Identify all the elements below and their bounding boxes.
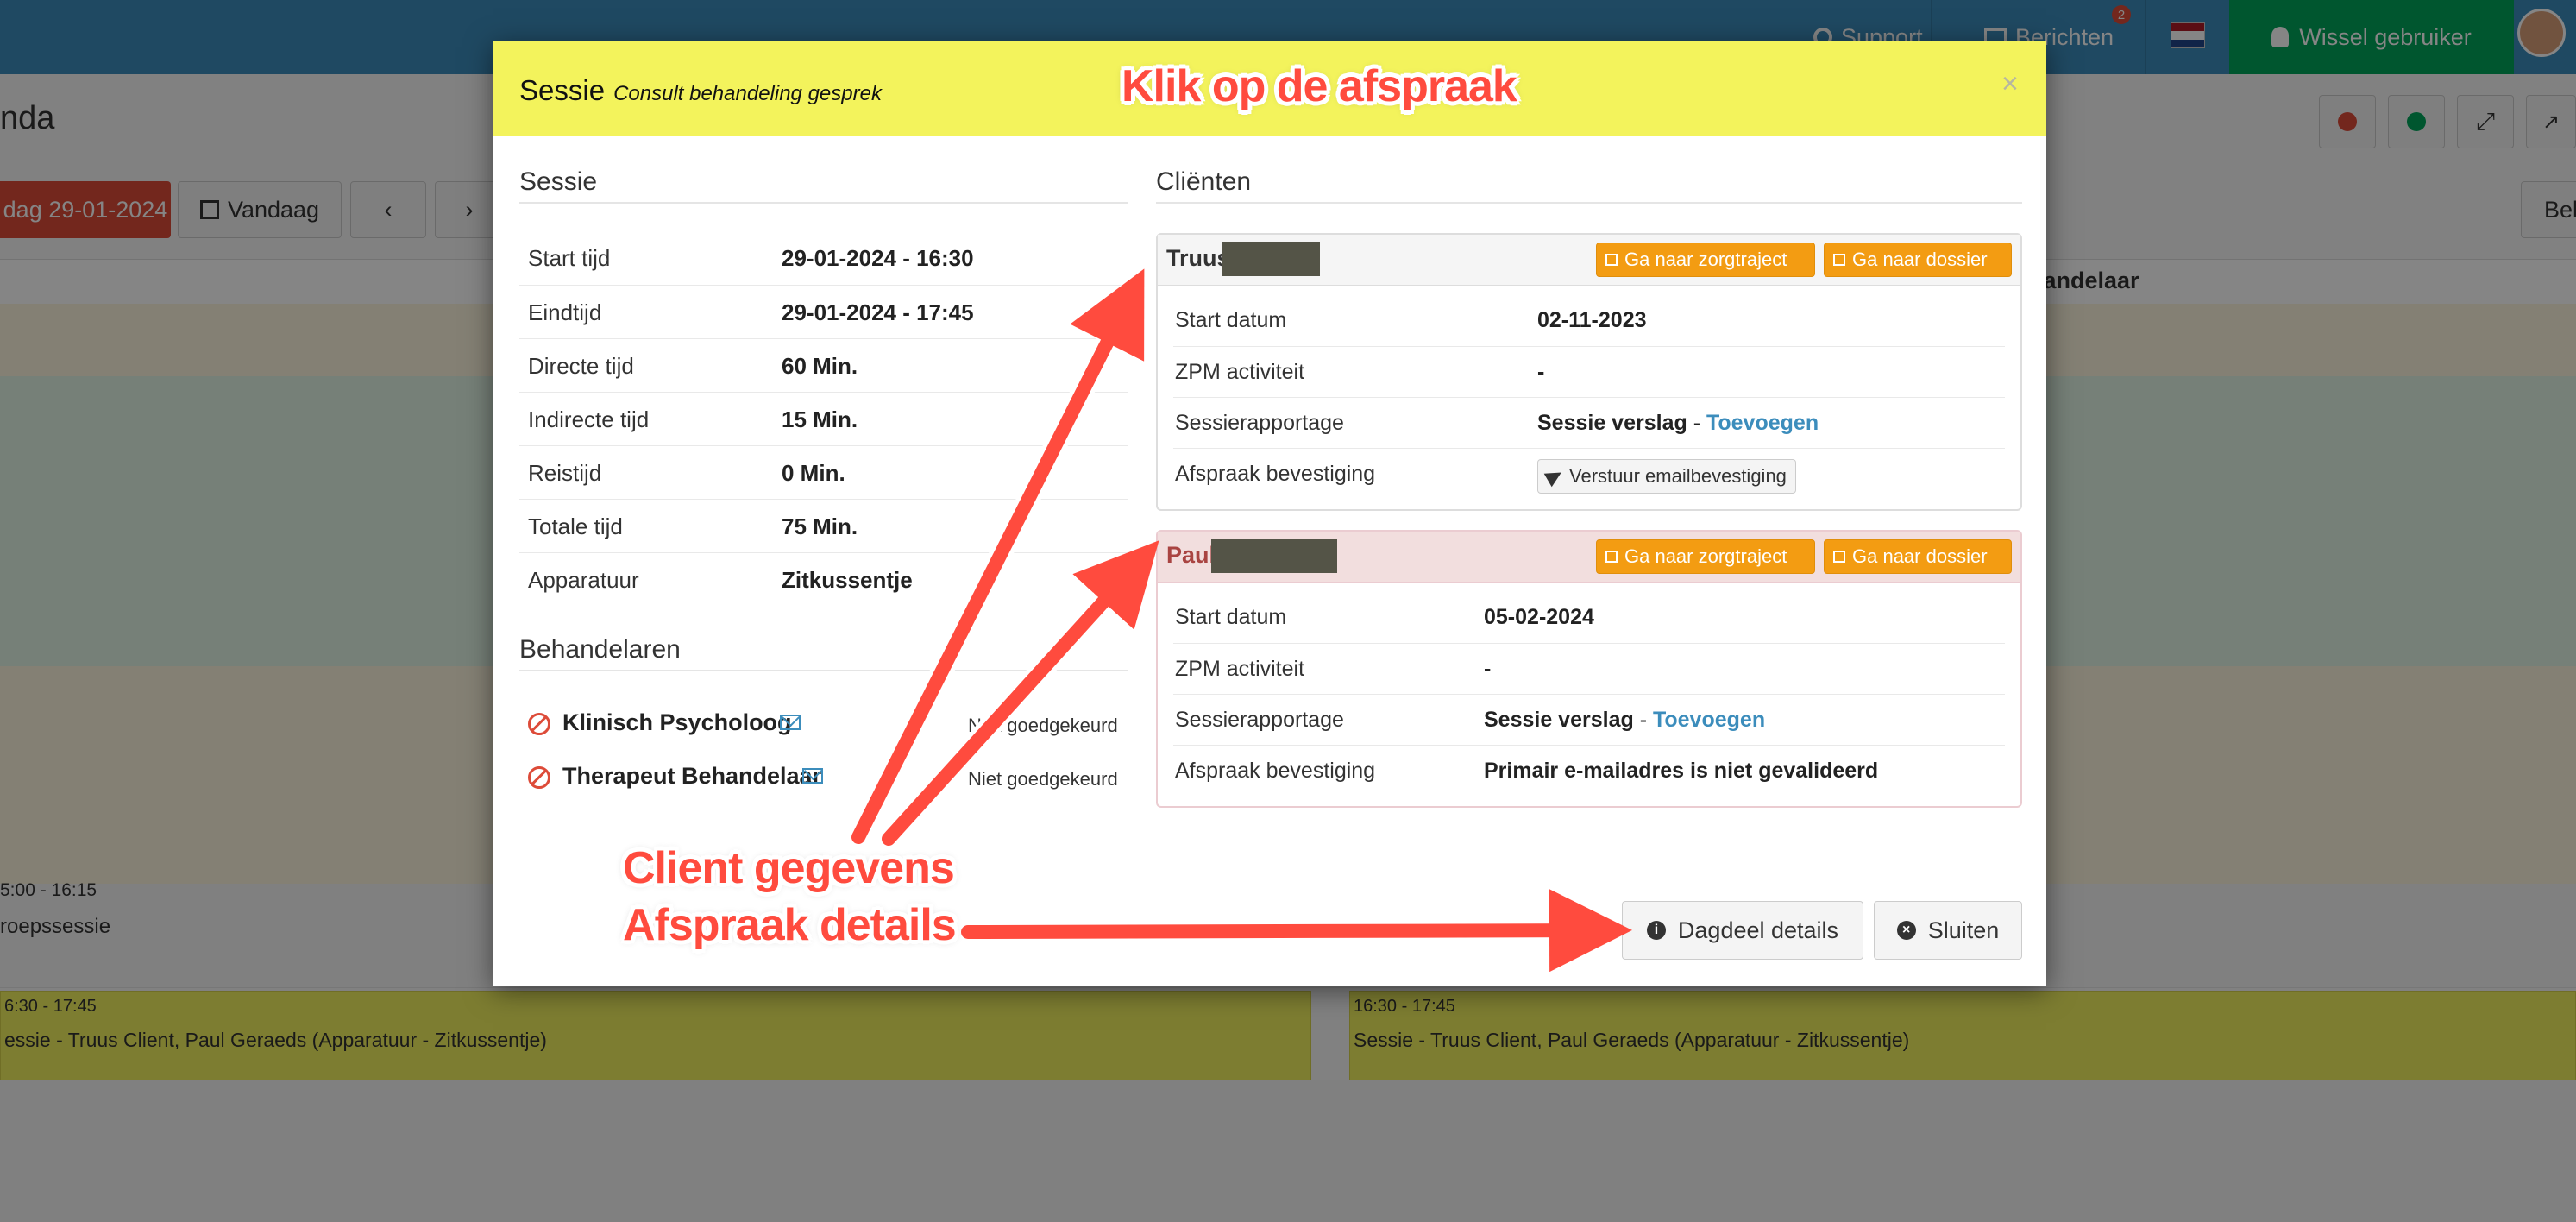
modal-subtitle: Consult behandeling gesprek <box>613 82 882 105</box>
modal-title: Sessie Consult behandeling gesprek <box>519 74 882 106</box>
external-link-icon <box>1833 551 1845 563</box>
client-panel-header: Truus Ga naar zorgtraject Ga naar dossie… <box>1158 235 2020 286</box>
client-report-row: Sessierapportage Sessie verslag - Toevoe… <box>1173 694 2005 745</box>
go-to-dossier-button[interactable]: Ga naar dossier <box>1824 539 2012 574</box>
client-report-row: Sessierapportage Sessie verslag - Toevoe… <box>1173 397 2005 448</box>
add-report-link[interactable]: Toevoegen <box>1706 411 1819 435</box>
times-circle-icon: × <box>1896 921 1916 940</box>
client-zpm-row: ZPM activiteit - <box>1173 346 2005 397</box>
practitioners-heading: Behandelaren <box>519 635 1128 671</box>
session-row-start: Start tijd 29-01-2024 - 16:30 <box>528 245 974 271</box>
envelope-icon[interactable] <box>802 768 823 784</box>
go-to-care-trajectory-button[interactable]: Ga naar zorgtraject <box>1596 243 1815 277</box>
close-icon[interactable]: × <box>2001 67 2019 101</box>
envelope-icon[interactable] <box>780 715 801 730</box>
session-row-direct: Directe tijd 60 Min. <box>519 338 1128 392</box>
paper-plane-icon <box>1543 465 1566 488</box>
ban-icon <box>528 713 550 735</box>
client-confirmation-row: Afspraak bevestiging Verstuur emailbeves… <box>1173 448 2005 499</box>
client-name: Truus <box>1166 245 1230 271</box>
go-to-dossier-button[interactable]: Ga naar dossier <box>1824 243 2012 277</box>
external-link-icon <box>1833 254 1845 266</box>
day-part-details-button[interactable]: i Dagdeel details <box>1622 901 1863 960</box>
session-row-end: Eindtijd 29-01-2024 - 17:45 <box>519 285 1128 338</box>
ban-icon <box>528 766 550 789</box>
client-confirmation-row: Afspraak bevestiging Primair e-mailadres… <box>1173 745 2005 796</box>
client-start-date-row: Start datum 02-11-2023 <box>1175 308 1647 332</box>
session-row-total: Totale tijd 75 Min. <box>519 499 1128 552</box>
annotation-client-data: Client gegevens <box>623 843 955 893</box>
close-button[interactable]: × Sluiten <box>1874 901 2022 960</box>
info-circle-icon: i <box>1646 921 1666 940</box>
redaction-block <box>1211 539 1337 573</box>
annotation-click-appointment: Klik op de afspraak <box>1122 61 1517 111</box>
email-not-validated-error: Primair e-mailadres is niet gevalideerd <box>1484 759 1879 783</box>
client-panel-paul: Paul Ga naar zorgtraject Ga naar dossier… <box>1156 530 2022 808</box>
session-row-equipment: Apparatuur Zitkussentje <box>519 552 1128 606</box>
go-to-care-trajectory-button[interactable]: Ga naar zorgtraject <box>1596 539 1815 574</box>
annotation-appointment-details: Afspraak details <box>623 900 957 950</box>
session-heading: Sessie <box>519 167 1128 204</box>
client-start-date-row: Start datum 05-02-2024 <box>1175 605 1594 629</box>
session-row-indirect: Indirecte tijd 15 Min. <box>519 392 1128 445</box>
session-row-travel: Reistijd 0 Min. <box>519 445 1128 499</box>
external-link-icon <box>1605 551 1618 563</box>
send-email-confirmation-button[interactable]: Verstuur emailbevestiging <box>1537 459 1796 494</box>
client-panel-truus: Truus Ga naar zorgtraject Ga naar dossie… <box>1156 233 2022 511</box>
clients-heading: Cliënten <box>1156 167 2022 204</box>
client-panel-header: Paul Ga naar zorgtraject Ga naar dossier <box>1158 532 2020 583</box>
add-report-link[interactable]: Toevoegen <box>1653 708 1765 732</box>
client-name: Paul <box>1166 542 1216 568</box>
redaction-block <box>1222 242 1320 276</box>
external-link-icon <box>1605 254 1618 266</box>
practitioner-row: Klinisch Psycholoog Niet goedgekeurd <box>528 699 1132 751</box>
client-zpm-row: ZPM activiteit - <box>1173 643 2005 694</box>
practitioner-row: Therapeut Behandelaar Niet goedgekeurd <box>528 753 1132 804</box>
